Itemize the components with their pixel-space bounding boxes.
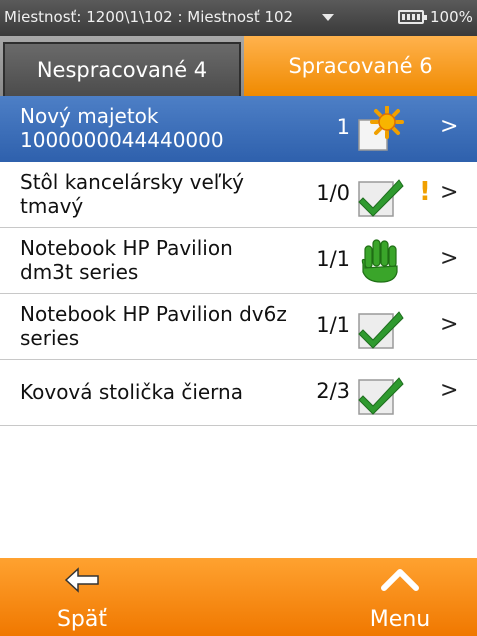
battery-level: 100%: [430, 8, 473, 26]
status-bar: Miestnosť: 1200\1\102 : Miestnosť 102 10…: [0, 0, 477, 36]
item-name: Kovová stolička čierna: [20, 380, 243, 404]
item-count: 1/1: [316, 247, 350, 271]
checkmark-icon: [358, 179, 404, 217]
item-count: 1/0: [316, 181, 350, 205]
tab-unprocessed[interactable]: Nespracované 4: [3, 42, 241, 96]
warning-icon: !: [419, 177, 431, 207]
chevron-right-icon: >: [440, 180, 459, 205]
chevron-up-icon: [381, 569, 419, 591]
back-button[interactable]: Späť: [22, 558, 142, 636]
location-dropdown[interactable]: Miestnosť: 1200\1\102 : Miestnosť 102: [4, 8, 293, 26]
checkmark-icon: [358, 377, 404, 415]
chevron-right-icon: >: [440, 114, 459, 139]
item-name: Stôl kancelársky veľký tmavý: [20, 170, 245, 218]
item-count: 1/1: [316, 313, 350, 337]
hand-stop-icon: [361, 239, 398, 283]
new-asset-sun-icon: [358, 106, 404, 151]
tab-processed[interactable]: Spracované 6: [244, 36, 477, 96]
menu-label: Menu: [369, 607, 431, 632]
item-count: 2/3: [316, 379, 350, 403]
checkmark-icon: [358, 311, 404, 349]
asset-list: Nový majetok 1000000044440000 1 > Stôl k…: [0, 96, 477, 426]
arrow-left-icon: [64, 567, 99, 593]
menu-button[interactable]: Menu: [340, 558, 460, 636]
list-item[interactable]: Stôl kancelársky veľký tmavý 1/0 ! >: [0, 162, 477, 228]
back-label: Späť: [56, 607, 108, 632]
item-name: Notebook HP Pavilion dv6z series: [20, 302, 287, 350]
list-item[interactable]: Notebook HP Pavilion dm3t series 1/1 >: [0, 228, 477, 294]
item-name: Nový majetok 1000000044440000: [20, 104, 224, 152]
list-item[interactable]: Notebook HP Pavilion dv6z series 1/1 >: [0, 294, 477, 360]
item-name: Notebook HP Pavilion dm3t series: [20, 236, 233, 284]
tab-bar: Nespracované 4 Spracované 6: [0, 36, 477, 96]
list-item[interactable]: Kovová stolička čierna 2/3 >: [0, 360, 477, 426]
chevron-down-icon[interactable]: [322, 14, 334, 21]
item-count: 1: [336, 115, 350, 139]
bottom-bar: Späť Menu: [0, 558, 477, 636]
chevron-right-icon: >: [440, 312, 459, 337]
chevron-right-icon: >: [440, 378, 459, 403]
battery-icon: [398, 10, 427, 24]
list-item[interactable]: Nový majetok 1000000044440000 1 >: [0, 96, 477, 162]
chevron-right-icon: >: [440, 246, 459, 271]
